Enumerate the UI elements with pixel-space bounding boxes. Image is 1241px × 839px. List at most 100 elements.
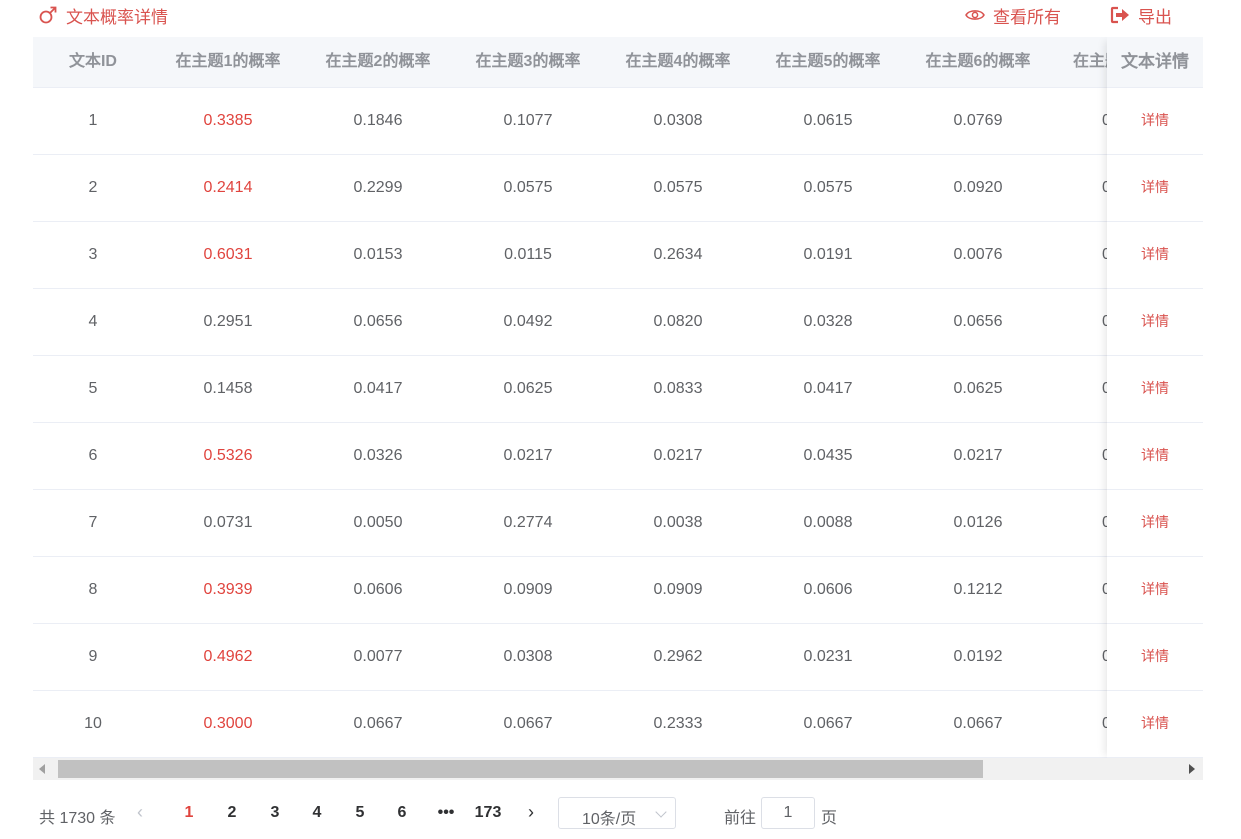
cell-topic-4-probability: 0.0217 — [653, 447, 703, 464]
cell-text-id: 7 — [88, 514, 98, 531]
cell-topic-3-probability: 0.0492 — [503, 313, 553, 330]
fixed-detail-column: 文本详情 详情 详情 详情 详情 详情 详情 详情 详情 详情 详情 — [1107, 37, 1203, 759]
cell-topic-6-probability: 0.1212 — [953, 581, 1003, 598]
table-row: 20.24140.22990.05750.05750.05750.09200 — [33, 154, 1203, 222]
table-row: 100.30000.06670.06670.23330.06670.06670 — [33, 690, 1203, 758]
next-page-button[interactable]: › — [528, 802, 534, 823]
page-title: 文本概率详情 — [38, 4, 168, 27]
cell-topic-5-probability: 0.0615 — [803, 112, 853, 129]
jump-page-input[interactable]: 1 — [761, 797, 815, 829]
cell-topic-1-probability: 0.3385 — [203, 112, 253, 129]
cell-topic-6-probability: 0.0667 — [953, 715, 1003, 732]
cell-topic-1-probability: 0.2414 — [203, 179, 253, 196]
cell-topic-2-probability: 0.1846 — [353, 112, 403, 129]
cell-text-id: 1 — [88, 112, 98, 129]
column-header-text-id: 文本ID — [68, 53, 117, 70]
cell-text-id: 9 — [88, 648, 98, 665]
detail-link[interactable]: 详情 — [1107, 87, 1203, 155]
pagination: 共 1730 条 ‹ 1 2 3 4 5 6 ••• 173 › 10条/页 前… — [0, 795, 1241, 831]
view-all-button[interactable]: 查看所有 — [965, 4, 1061, 27]
horizontal-scrollbar[interactable] — [33, 758, 1203, 780]
scroll-right-icon[interactable] — [1189, 764, 1195, 774]
prev-page-button[interactable]: ‹ — [137, 802, 149, 822]
page-title-text: 文本概率详情 — [66, 7, 168, 27]
eye-icon — [965, 10, 985, 20]
cell-topic-1-probability: 0.3939 — [203, 581, 253, 598]
cell-topic-4-probability: 0.0575 — [653, 179, 703, 196]
page-5-button[interactable]: 5 — [346, 804, 374, 822]
detail-link[interactable]: 详情 — [1107, 623, 1203, 691]
column-header-topic-3: 在主题3的概率 — [475, 53, 581, 70]
cell-topic-4-probability: 0.0308 — [653, 112, 703, 129]
detail-link[interactable]: 详情 — [1107, 556, 1203, 624]
cell-topic-5-probability: 0.0328 — [803, 313, 853, 330]
top-bar: 文本概率详情 查看所有 导出 — [0, 0, 1241, 30]
cell-topic-4-probability: 0.2333 — [653, 715, 703, 732]
page-size-select[interactable]: 10条/页 — [558, 797, 676, 829]
cell-topic-6-probability: 0.0625 — [953, 380, 1003, 397]
column-header-topic-5: 在主题5的概率 — [775, 53, 881, 70]
page-173-button[interactable]: 173 — [470, 804, 506, 822]
cell-topic-5-probability: 0.0417 — [803, 380, 853, 397]
cell-topic-3-probability: 0.0625 — [503, 380, 553, 397]
cell-topic-2-probability: 0.0050 — [353, 514, 403, 531]
detail-link[interactable]: 详情 — [1107, 154, 1203, 222]
cell-topic-1-probability: 0.1458 — [203, 380, 253, 397]
chevron-down-icon — [655, 806, 667, 818]
page-4-button[interactable]: 4 — [303, 804, 331, 822]
table-row: 30.60310.01530.01150.26340.01910.00760 — [33, 221, 1203, 289]
page-size-value: 10条/页 — [582, 811, 637, 828]
cell-topic-6-probability: 0.0656 — [953, 313, 1003, 330]
cell-topic-3-probability: 0.0217 — [503, 447, 553, 464]
cell-text-id: 4 — [88, 313, 98, 330]
column-header-topic-6: 在主题6的概率 — [925, 53, 1031, 70]
table-row: 10.33850.18460.10770.03080.06150.07690 — [33, 87, 1203, 155]
probability-table: 文本ID 在主题1的概率 在主题2的概率 在主题3的概率 在主题4的概率 在主题… — [33, 37, 1203, 781]
cell-topic-2-probability: 0.0077 — [353, 648, 403, 665]
table-row: 60.53260.03260.02170.02170.04350.02170 — [33, 422, 1203, 490]
page-1-button[interactable]: 1 — [175, 804, 203, 822]
cell-topic-1-probability: 0.4962 — [203, 648, 253, 665]
detail-link[interactable]: 详情 — [1107, 422, 1203, 490]
cell-topic-4-probability: 0.0820 — [653, 313, 703, 330]
export-button[interactable]: 导出 — [1110, 4, 1172, 27]
more-pages-button[interactable]: ••• — [432, 804, 460, 822]
page-3-button[interactable]: 3 — [261, 804, 289, 822]
page-2-button[interactable]: 2 — [218, 804, 246, 822]
cell-topic-2-probability: 0.0417 — [353, 380, 403, 397]
cell-topic-3-probability: 0.0308 — [503, 648, 553, 665]
detail-link[interactable]: 详情 — [1107, 690, 1203, 758]
cell-topic-2-probability: 0.0656 — [353, 313, 403, 330]
detail-link[interactable]: 详情 — [1107, 489, 1203, 557]
cell-topic-2-probability: 0.0606 — [353, 581, 403, 598]
cell-topic-5-probability: 0.0191 — [803, 246, 853, 263]
cell-topic-1-probability: 0.0731 — [203, 514, 253, 531]
cell-topic-4-probability: 0.2634 — [653, 246, 703, 263]
cell-topic-4-probability: 0.0909 — [653, 581, 703, 598]
cell-topic-6-probability: 0.0769 — [953, 112, 1003, 129]
export-label: 导出 — [1138, 7, 1172, 27]
cell-text-id: 8 — [88, 581, 98, 598]
cell-topic-3-probability: 0.2774 — [503, 514, 553, 531]
cell-topic-4-probability: 0.0833 — [653, 380, 703, 397]
scroll-left-icon[interactable] — [39, 764, 45, 774]
detail-link[interactable]: 详情 — [1107, 355, 1203, 423]
cell-topic-1-probability: 0.3000 — [203, 715, 253, 732]
page-6-button[interactable]: 6 — [388, 804, 416, 822]
cell-topic-3-probability: 0.1077 — [503, 112, 553, 129]
cell-topic-5-probability: 0.0435 — [803, 447, 853, 464]
scrollbar-thumb[interactable] — [58, 760, 983, 778]
jump-suffix: 页 — [821, 810, 838, 827]
cell-topic-4-probability: 0.0038 — [653, 514, 703, 531]
cell-text-id: 3 — [88, 246, 98, 263]
cell-text-id: 2 — [88, 179, 98, 196]
cell-topic-2-probability: 0.0153 — [353, 246, 403, 263]
cell-topic-3-probability: 0.0909 — [503, 581, 553, 598]
cell-topic-5-probability: 0.0667 — [803, 715, 853, 732]
table-row: 90.49620.00770.03080.29620.02310.01920 — [33, 623, 1203, 691]
detail-link[interactable]: 详情 — [1107, 288, 1203, 356]
cell-text-id: 5 — [88, 380, 98, 397]
cell-topic-1-probability: 0.6031 — [203, 246, 253, 263]
cell-topic-6-probability: 0.0217 — [953, 447, 1003, 464]
detail-link[interactable]: 详情 — [1107, 221, 1203, 289]
